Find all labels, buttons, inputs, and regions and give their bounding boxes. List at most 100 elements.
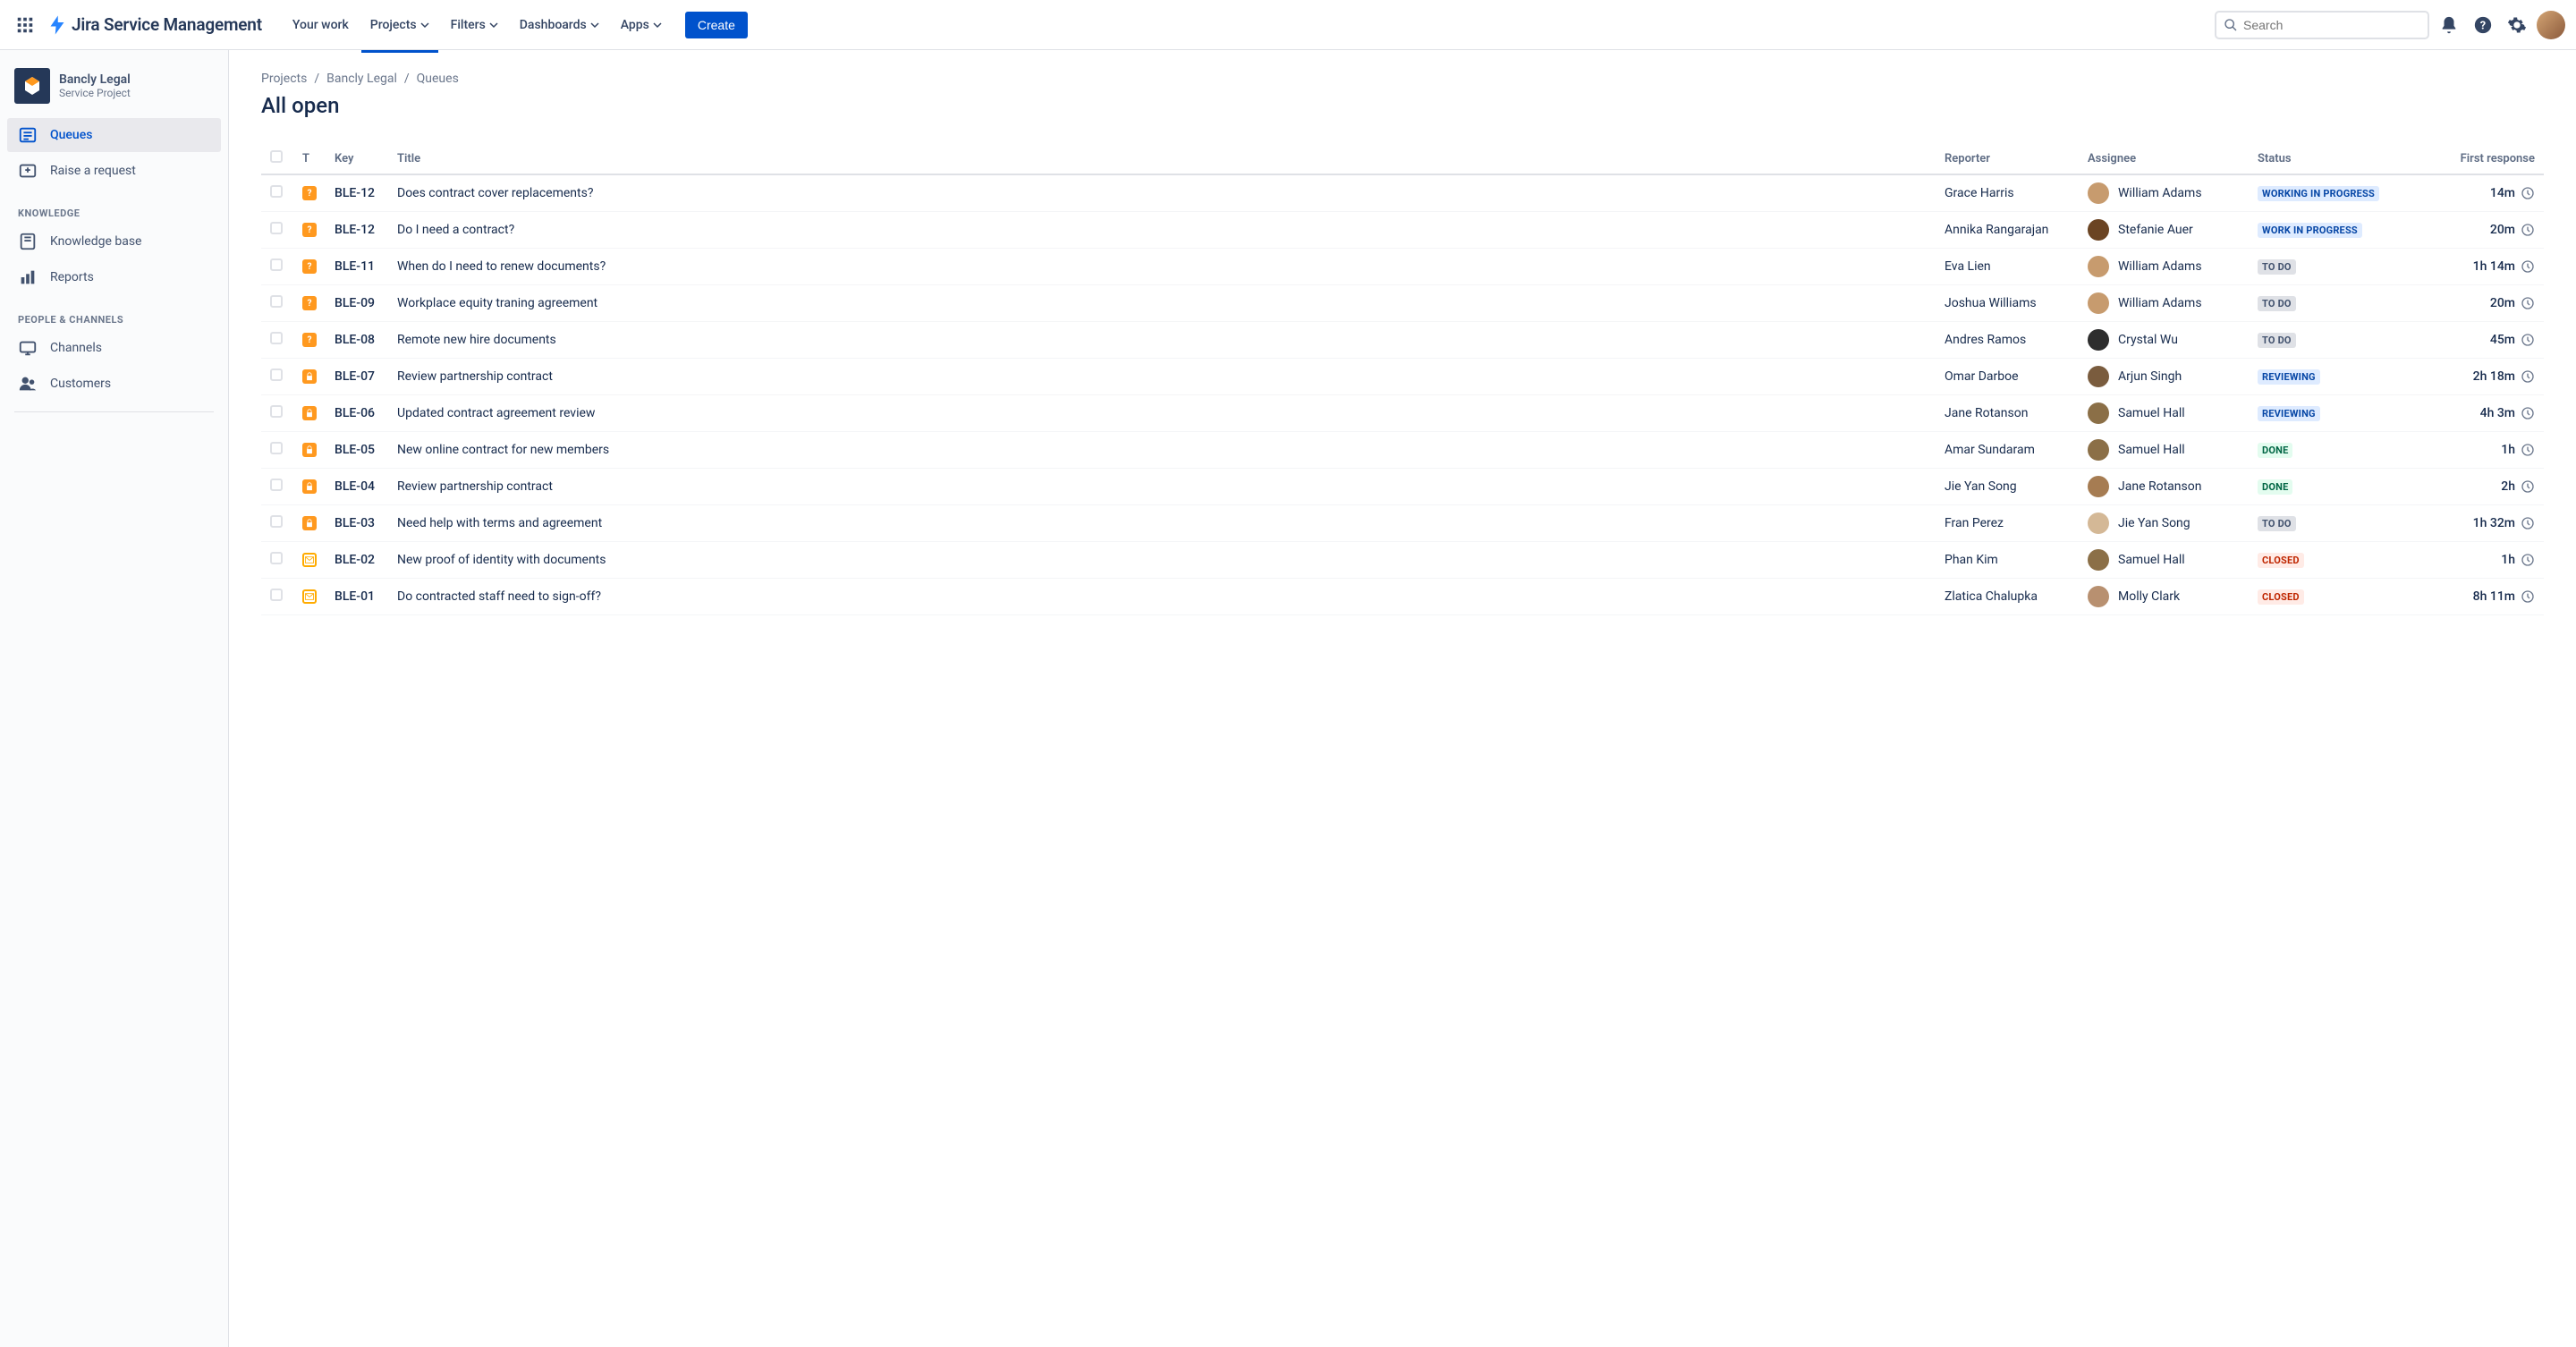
row-checkbox[interactable] (270, 258, 283, 271)
column-status[interactable]: Status (2249, 143, 2428, 174)
issue-key[interactable]: BLE-04 (326, 469, 388, 505)
assignee-cell[interactable]: William Adams (2088, 256, 2240, 277)
assignee-cell[interactable]: William Adams (2088, 292, 2240, 314)
row-checkbox[interactable] (270, 442, 283, 454)
assignee-cell[interactable]: Jie Yan Song (2088, 513, 2240, 534)
app-switcher-button[interactable] (11, 11, 39, 39)
issue-title[interactable]: Review partnership contract (388, 359, 1936, 395)
table-row[interactable]: ? BLE-12 Do I need a contract? Annika Ra… (261, 212, 2544, 249)
sidebar-item-raise-request[interactable]: Raise a request (7, 154, 221, 188)
row-checkbox[interactable] (270, 405, 283, 418)
issue-title[interactable]: Does contract cover replacements? (388, 174, 1936, 212)
assignee-cell[interactable]: Arjun Singh (2088, 366, 2240, 387)
issue-title[interactable]: New online contract for new members (388, 432, 1936, 469)
breadcrumb-projects[interactable]: Projects (261, 72, 307, 86)
column-reporter[interactable]: Reporter (1936, 143, 2079, 174)
column-type[interactable]: T (293, 143, 326, 174)
table-row[interactable]: ? BLE-09 Workplace equity traning agreem… (261, 285, 2544, 322)
nav-projects[interactable]: Projects (361, 13, 438, 38)
project-header[interactable]: Bancly Legal Service Project (7, 68, 221, 118)
nav-apps[interactable]: Apps (612, 13, 671, 38)
table-row[interactable]: BLE-03 Need help with terms and agreemen… (261, 505, 2544, 542)
row-checkbox[interactable] (270, 479, 283, 491)
issue-title[interactable]: Remote new hire documents (388, 322, 1936, 359)
notifications-button[interactable] (2435, 11, 2463, 39)
row-checkbox[interactable] (270, 185, 283, 198)
sidebar-item-customers[interactable]: Customers (7, 367, 221, 401)
nav-filters[interactable]: Filters (442, 13, 507, 38)
assignee-cell[interactable]: Jane Rotanson (2088, 476, 2240, 497)
status-badge[interactable]: DONE (2258, 479, 2292, 495)
status-badge[interactable]: TO DO (2258, 259, 2296, 275)
help-button[interactable]: ? (2469, 11, 2497, 39)
user-avatar[interactable] (2537, 11, 2565, 39)
create-button[interactable]: Create (685, 12, 748, 38)
issue-title[interactable]: When do I need to renew documents? (388, 249, 1936, 285)
issue-title[interactable]: Need help with terms and agreement (388, 505, 1936, 542)
table-row[interactable]: BLE-07 Review partnership contract Omar … (261, 359, 2544, 395)
status-badge[interactable]: WORK IN PROGRESS (2258, 223, 2362, 238)
issue-key[interactable]: BLE-01 (326, 579, 388, 615)
table-row[interactable]: BLE-02 New proof of identity with docume… (261, 542, 2544, 579)
row-checkbox[interactable] (270, 589, 283, 601)
breadcrumb-project[interactable]: Bancly Legal (326, 72, 397, 86)
assignee-cell[interactable]: Stefanie Auer (2088, 219, 2240, 241)
column-key[interactable]: Key (326, 143, 388, 174)
issue-key[interactable]: BLE-03 (326, 505, 388, 542)
row-checkbox[interactable] (270, 552, 283, 564)
row-checkbox[interactable] (270, 369, 283, 381)
row-checkbox[interactable] (270, 332, 283, 344)
issue-title[interactable]: Updated contract agreement review (388, 395, 1936, 432)
status-badge[interactable]: REVIEWING (2258, 406, 2320, 421)
issue-key[interactable]: BLE-11 (326, 249, 388, 285)
assignee-cell[interactable]: Crystal Wu (2088, 329, 2240, 351)
status-badge[interactable]: TO DO (2258, 333, 2296, 348)
issue-key[interactable]: BLE-08 (326, 322, 388, 359)
assignee-cell[interactable]: William Adams (2088, 182, 2240, 204)
issue-key[interactable]: BLE-06 (326, 395, 388, 432)
settings-button[interactable] (2503, 11, 2531, 39)
search-box[interactable] (2215, 11, 2429, 39)
row-checkbox[interactable] (270, 222, 283, 234)
breadcrumb-queues[interactable]: Queues (417, 72, 459, 86)
status-badge[interactable]: DONE (2258, 443, 2292, 458)
sidebar-item-queues[interactable]: Queues (7, 118, 221, 152)
issue-key[interactable]: BLE-02 (326, 542, 388, 579)
product-logo[interactable]: Jira Service Management (43, 14, 266, 36)
sidebar-item-channels[interactable]: Channels (7, 331, 221, 365)
table-row[interactable]: BLE-05 New online contract for new membe… (261, 432, 2544, 469)
issue-key[interactable]: BLE-07 (326, 359, 388, 395)
assignee-cell[interactable]: Samuel Hall (2088, 402, 2240, 424)
issue-key[interactable]: BLE-12 (326, 212, 388, 249)
table-row[interactable]: ? BLE-11 When do I need to renew documen… (261, 249, 2544, 285)
status-badge[interactable]: REVIEWING (2258, 369, 2320, 385)
issue-title[interactable]: Workplace equity traning agreement (388, 285, 1936, 322)
nav-your-work[interactable]: Your work (284, 13, 358, 38)
select-all-checkbox[interactable] (270, 150, 283, 163)
assignee-cell[interactable]: Samuel Hall (2088, 549, 2240, 571)
table-row[interactable]: BLE-01 Do contracted staff need to sign-… (261, 579, 2544, 615)
status-badge[interactable]: CLOSED (2258, 553, 2304, 568)
issue-title[interactable]: Do contracted staff need to sign-off? (388, 579, 1936, 615)
status-badge[interactable]: TO DO (2258, 296, 2296, 311)
table-row[interactable]: ? BLE-12 Does contract cover replacement… (261, 174, 2544, 212)
issue-title[interactable]: Review partnership contract (388, 469, 1936, 505)
table-row[interactable]: ? BLE-08 Remote new hire documents Andre… (261, 322, 2544, 359)
nav-dashboards[interactable]: Dashboards (511, 13, 608, 38)
issue-key[interactable]: BLE-05 (326, 432, 388, 469)
issue-key[interactable]: BLE-12 (326, 174, 388, 212)
column-assignee[interactable]: Assignee (2079, 143, 2249, 174)
assignee-cell[interactable]: Samuel Hall (2088, 439, 2240, 461)
issue-key[interactable]: BLE-09 (326, 285, 388, 322)
status-badge[interactable]: TO DO (2258, 516, 2296, 531)
issue-title[interactable]: Do I need a contract? (388, 212, 1936, 249)
row-checkbox[interactable] (270, 515, 283, 528)
search-input[interactable] (2243, 18, 2420, 32)
column-title[interactable]: Title (388, 143, 1936, 174)
column-first-response[interactable]: First response (2428, 143, 2544, 174)
table-row[interactable]: BLE-04 Review partnership contract Jie Y… (261, 469, 2544, 505)
issue-title[interactable]: New proof of identity with documents (388, 542, 1936, 579)
table-row[interactable]: BLE-06 Updated contract agreement review… (261, 395, 2544, 432)
sidebar-item-knowledge-base[interactable]: Knowledge base (7, 224, 221, 258)
sidebar-item-reports[interactable]: Reports (7, 260, 221, 294)
